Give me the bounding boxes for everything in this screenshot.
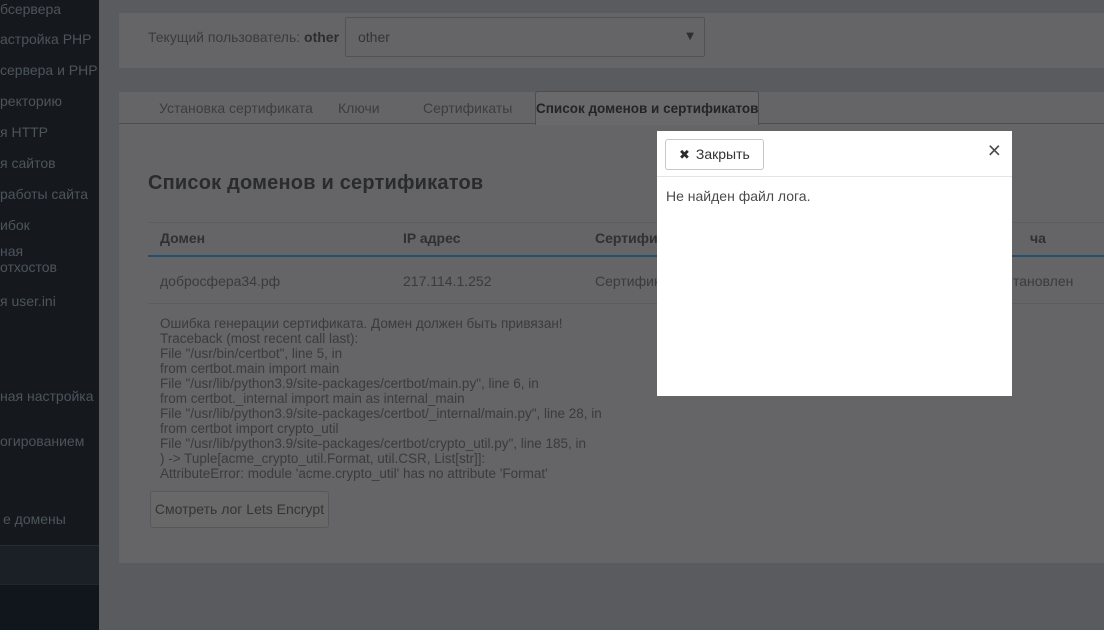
table-header-certificate: Сертифик [595,230,665,246]
sidebar-item[interactable]: я HTTP [0,124,99,140]
tab-domains-and-certificates-active[interactable]: Список доменов и сертификатов [535,91,759,125]
error-line: Ошибка генерации сертификата. Домен долж… [160,316,602,331]
sidebar-item[interactable]: астройка PHP [0,31,99,47]
sidebar-item[interactable]: ная отхостов [0,243,99,275]
error-line: from certbot import crypto_util [160,421,602,436]
page-title: Список доменов и сертификатов [148,172,483,195]
sidebar-item[interactable]: сервера и PHP [0,62,99,78]
error-line: File "/usr/bin/certbot", line 5, in [160,346,602,361]
certificate-error-traceback: Ошибка генерации сертификата. Домен долж… [160,316,602,481]
cell-ip: 217.114.1.252 [403,273,492,289]
current-user-label: Текущий пользователь: other [148,29,339,45]
user-select-dropdown[interactable]: other ▼ [345,17,705,57]
sidebar-item[interactable]: я сайтов [0,155,99,171]
table-header-ip: IP адрес [403,230,460,246]
sidebar-footer-section [0,584,99,630]
tab-certificates[interactable]: Сертификаты [423,100,512,116]
error-line: ) -> Tuple[acme_crypto_util.Format, util… [160,451,602,466]
sidebar: бсервера астройка PHP сервера и PHP рект… [0,0,99,630]
sidebar-section-divider [0,545,99,584]
close-icon: ✖ [679,148,690,163]
table-header-domain: Домен [160,230,205,246]
close-icon[interactable]: × [988,139,1001,162]
error-line: File "/usr/lib/python3.9/site-packages/c… [160,406,602,421]
table-header-key: ча [1030,230,1046,246]
modal-message: Не найден файл лога. [666,188,810,204]
current-user-label-text: Текущий пользователь: [148,29,300,45]
error-line: File "/usr/lib/python3.9/site-packages/c… [160,436,602,451]
sidebar-item[interactable]: бсервера [0,1,99,17]
modal-close-button-label: Закрыть [696,146,750,162]
log-modal: ✖ Закрыть × Не найден файл лога. [657,131,1012,396]
chevron-down-icon: ▼ [686,31,694,42]
sidebar-item[interactable]: работы сайта [0,186,99,202]
error-line: File "/usr/lib/python3.9/site-packages/c… [160,376,602,391]
modal-close-button[interactable]: ✖ Закрыть [665,139,764,170]
cell-key: тановлен [1013,273,1073,289]
current-user-value: other [304,29,339,45]
error-line: Traceback (most recent call last): [160,331,602,346]
sidebar-item[interactable]: ректорию [0,93,99,109]
cell-domain: добросфера34.рф [160,273,280,289]
current-user-panel: Текущий пользователь: other other ▼ [119,13,1104,68]
error-line: from certbot.main import main [160,361,602,376]
user-select-value: other [358,29,390,45]
sidebar-item[interactable]: е домены [3,511,102,527]
sidebar-item[interactable]: я user.ini [0,293,99,309]
error-line: AttributeError: module 'acme.crypto_util… [160,466,602,481]
tab-keys[interactable]: Ключи [338,100,380,116]
view-lets-encrypt-log-button[interactable]: Смотреть лог Lets Encrypt [150,491,329,528]
sidebar-item[interactable]: огированием [0,433,99,449]
tab-install-certificate[interactable]: Установка сертификата [159,100,313,116]
sidebar-item[interactable]: ная настройка [0,388,99,404]
sidebar-item[interactable]: ибок [0,217,99,233]
error-line: from certbot._internal import main as in… [160,391,602,406]
